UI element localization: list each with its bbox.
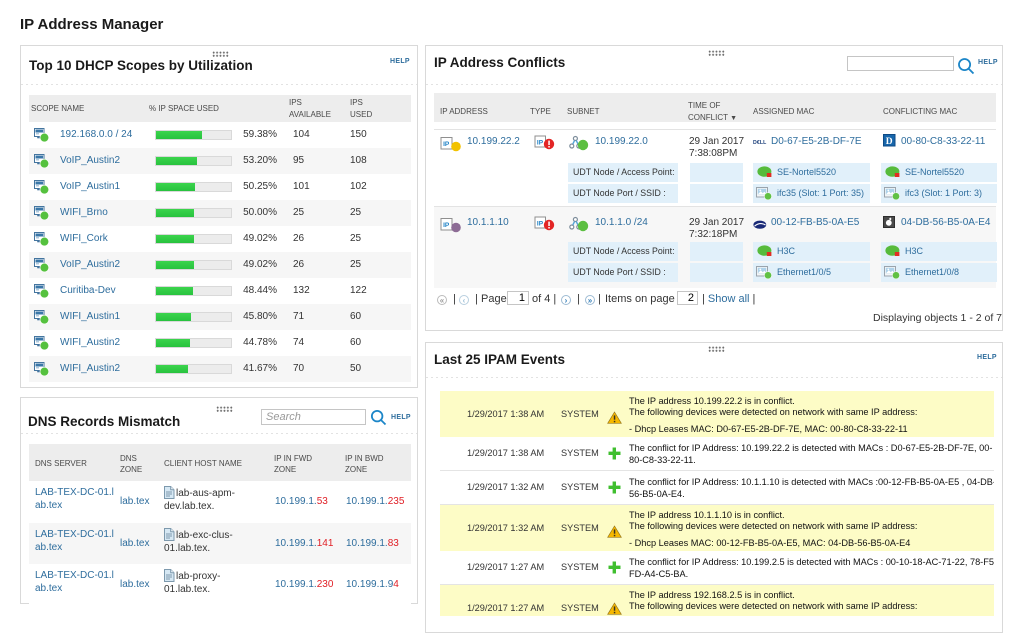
svg-text:D: D bbox=[886, 137, 893, 147]
svg-text:D€LL: D€LL bbox=[753, 140, 767, 146]
svg-text:IP: IP bbox=[443, 141, 450, 148]
svg-text:IP: IP bbox=[537, 139, 544, 146]
svg-text:IP: IP bbox=[537, 220, 544, 227]
svg-text:IP: IP bbox=[443, 222, 450, 229]
